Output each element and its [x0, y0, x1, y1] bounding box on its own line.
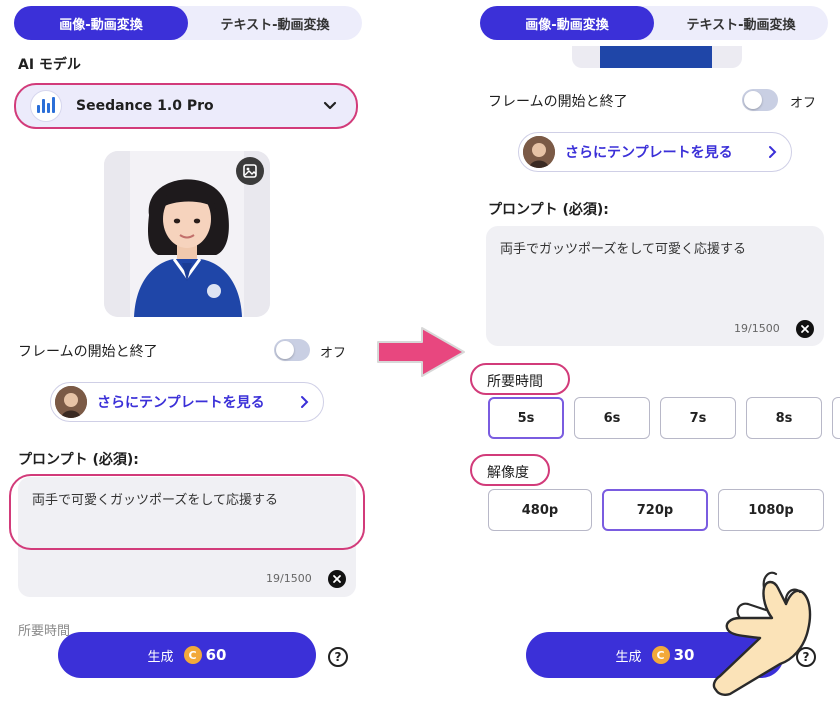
- more-templates-label: さらにテンプレートを見る: [97, 395, 265, 411]
- generate-label: 生成: [615, 649, 642, 665]
- duration-label-faded: 所要時間: [18, 624, 71, 639]
- more-templates-button[interactable]: さらにテンプレートを見る: [50, 382, 324, 422]
- model-dropdown[interactable]: Seedance 1.0 Pro: [14, 83, 358, 129]
- duration-option-8s[interactable]: 8s: [746, 397, 822, 439]
- clear-prompt-icon[interactable]: [796, 320, 814, 338]
- duration-option-6s[interactable]: 6s: [574, 397, 650, 439]
- frame-toggle[interactable]: [742, 89, 778, 111]
- ai-model-label: AI モデル: [18, 57, 81, 73]
- duration-option-more[interactable]: [832, 397, 840, 439]
- frame-toggle-state: オフ: [790, 96, 817, 111]
- resolution-label: 解像度: [487, 465, 529, 481]
- character-counter: 19/1500: [266, 572, 312, 585]
- model-name: Seedance 1.0 Pro: [76, 98, 214, 114]
- duration-option-5s[interactable]: 5s: [488, 397, 564, 439]
- template-thumbnail: [55, 386, 87, 418]
- prompt-label: プロンプト (必須):: [18, 452, 139, 468]
- tab-image-to-video[interactable]: 画像-動画変換: [14, 6, 188, 40]
- coin-icon: C: [651, 646, 670, 664]
- tab-text-to-video[interactable]: テキスト-動画変換: [654, 6, 828, 40]
- resolution-option-480p[interactable]: 480p: [488, 489, 592, 531]
- seedance-logo-icon: [30, 90, 62, 122]
- more-templates-label: さらにテンプレートを見る: [565, 145, 733, 161]
- frame-start-end-label: フレームの開始と終了: [488, 94, 628, 110]
- prompt-textarea[interactable]: 両手でガッツポーズをして可愛く応援する 19/1500: [486, 226, 824, 346]
- prompt-highlight: [9, 474, 365, 550]
- frame-toggle[interactable]: [274, 339, 310, 361]
- coin-icon: C: [183, 646, 202, 664]
- more-templates-button[interactable]: さらにテンプレートを見る: [518, 132, 792, 172]
- clear-prompt-icon[interactable]: [328, 570, 346, 588]
- template-thumbnail: [523, 136, 555, 168]
- frame-start-end-label: フレームの開始と終了: [18, 344, 158, 360]
- duration-label: 所要時間: [487, 374, 543, 390]
- credit-cost: 60: [205, 646, 227, 664]
- resolution-option-720p[interactable]: 720p: [602, 489, 708, 531]
- mode-tabs: 画像-動画変換 テキスト-動画変換: [14, 6, 362, 40]
- left-screen: 画像-動画変換 テキスト-動画変換 AI モデル Seedance 1.0 Pr…: [0, 0, 372, 704]
- duration-option-7s[interactable]: 7s: [660, 397, 736, 439]
- tab-text-to-video[interactable]: テキスト-動画変換: [188, 6, 362, 40]
- tab-image-to-video[interactable]: 画像-動画変換: [480, 6, 654, 40]
- character-counter: 19/1500: [734, 322, 780, 335]
- prompt-label: プロンプト (必須):: [488, 202, 609, 218]
- resolution-option-1080p[interactable]: 1080p: [718, 489, 824, 531]
- reference-image[interactable]: [104, 151, 270, 317]
- chevron-down-icon: [323, 101, 337, 110]
- chevron-right-icon: [301, 396, 309, 408]
- change-image-icon[interactable]: [236, 157, 264, 185]
- generate-label: 生成: [147, 649, 174, 665]
- prompt-text: 両手でガッツポーズをして可愛く応援する: [500, 242, 746, 257]
- transition-arrow-icon: [377, 327, 465, 377]
- help-icon[interactable]: ?: [328, 647, 348, 667]
- chevron-right-icon: [769, 146, 777, 158]
- frame-toggle-state: オフ: [320, 346, 347, 361]
- pointing-hand-icon: [712, 571, 812, 696]
- reference-image-cropped[interactable]: [572, 46, 742, 68]
- credit-cost: 30: [673, 646, 695, 664]
- mode-tabs: 画像-動画変換 テキスト-動画変換: [480, 6, 828, 40]
- generate-button[interactable]: 生成 C 60: [58, 632, 316, 678]
